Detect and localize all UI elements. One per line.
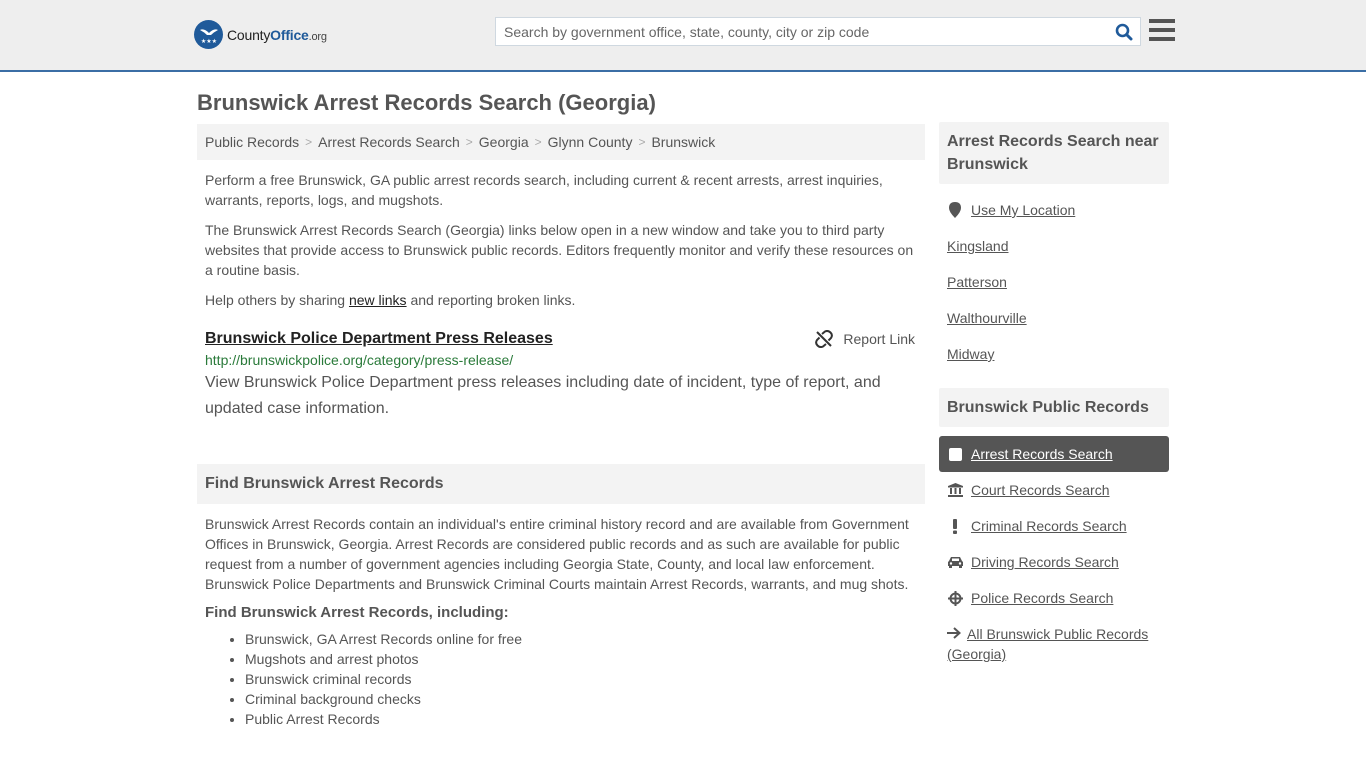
public-records-heading: Brunswick Public Records	[939, 388, 1169, 427]
sidebar-item-criminal-records[interactable]: Criminal Records Search	[939, 508, 1169, 544]
search-input[interactable]	[496, 18, 1108, 45]
sidebar-item-driving-records[interactable]: Driving Records Search	[939, 544, 1169, 580]
breadcrumb-separator: >	[638, 135, 646, 149]
new-links-link[interactable]: new links	[349, 292, 407, 308]
report-link-button[interactable]: Report Link	[815, 330, 915, 348]
breadcrumb-arrest-records[interactable]: Arrest Records Search	[318, 134, 460, 150]
nearby-heading: Arrest Records Search near Brunswick	[939, 122, 1169, 184]
car-icon	[947, 556, 963, 568]
crosshair-icon	[947, 590, 963, 606]
list-item: Public Arrest Records	[245, 709, 925, 729]
intro-paragraph: Perform a free Brunswick, GA public arre…	[205, 172, 883, 208]
breadcrumb-separator: >	[305, 135, 313, 149]
search-icon	[1115, 23, 1133, 40]
find-section-heading: Find Brunswick Arrest Records	[197, 464, 925, 504]
site-logo[interactable]: ★★★ CountyOffice.org	[194, 20, 327, 49]
breadcrumb-georgia[interactable]: Georgia	[479, 134, 529, 150]
list-item: Mugshots and arrest photos	[245, 649, 925, 669]
main-content: Brunswick Arrest Records Search (Georgia…	[197, 72, 925, 729]
nearby-city-walthourville[interactable]: Walthourville	[939, 300, 1169, 336]
nearby-list: Use My Location Kingsland Patterson Walt…	[939, 192, 1169, 372]
square-icon	[947, 447, 963, 461]
breadcrumb-brunswick[interactable]: Brunswick	[651, 134, 715, 150]
listing-description: View Brunswick Police Department press r…	[205, 374, 881, 417]
listing-title-link[interactable]: Brunswick Police Department Press Releas…	[205, 330, 553, 347]
courthouse-icon	[947, 483, 963, 497]
find-section-body: Brunswick Arrest Records contain an indi…	[205, 516, 909, 592]
search-bar	[495, 17, 1141, 46]
breadcrumb-separator: >	[534, 135, 542, 149]
disclaimer-paragraph: The Brunswick Arrest Records Search (Geo…	[205, 222, 914, 278]
map-marker-icon	[947, 202, 963, 218]
hamburger-menu-icon[interactable]	[1149, 19, 1175, 43]
site-header: ★★★ CountyOffice.org	[0, 0, 1366, 72]
breadcrumb-separator: >	[465, 135, 473, 149]
nearby-city-midway[interactable]: Midway	[939, 336, 1169, 372]
page-title: Brunswick Arrest Records Search (Georgia…	[197, 90, 656, 115]
list-item: Criminal background checks	[245, 689, 925, 709]
arrow-right-icon	[947, 624, 963, 644]
breadcrumb-glynn-county[interactable]: Glynn County	[548, 134, 633, 150]
sidebar-item-police-records[interactable]: Police Records Search	[939, 580, 1169, 616]
search-button[interactable]	[1108, 18, 1140, 45]
resource-listing: Brunswick Police Department Press Releas…	[197, 330, 925, 422]
exclamation-icon	[947, 518, 963, 534]
listing-url: http://brunswickpolice.org/category/pres…	[205, 352, 514, 368]
list-item: Brunswick, GA Arrest Records online for …	[245, 629, 925, 649]
eagle-logo-icon: ★★★	[194, 20, 223, 49]
public-records-list: Arrest Records Search Court Records Sear…	[939, 436, 1169, 664]
list-item: Brunswick criminal records	[245, 669, 925, 689]
breadcrumb: Public Records > Arrest Records Search > G…	[197, 124, 925, 160]
find-section-subheading: Find Brunswick Arrest Records, including…	[205, 604, 509, 621]
sidebar-item-court-records[interactable]: Court Records Search	[939, 472, 1169, 508]
nearby-city-kingsland[interactable]: Kingsland	[939, 228, 1169, 264]
broken-link-icon	[815, 330, 834, 348]
share-paragraph: Help others by sharing new links and rep…	[205, 292, 576, 308]
use-my-location[interactable]: Use My Location	[939, 192, 1169, 228]
svg-text:★★★: ★★★	[200, 38, 216, 45]
logo-text: CountyOffice.org	[227, 26, 327, 43]
breadcrumb-public-records[interactable]: Public Records	[205, 134, 299, 150]
nearby-city-patterson[interactable]: Patterson	[939, 264, 1169, 300]
sidebar: Arrest Records Search near Brunswick Use…	[939, 122, 1169, 664]
find-section-list: Brunswick, GA Arrest Records online for …	[197, 629, 925, 729]
sidebar-item-arrest-records[interactable]: Arrest Records Search	[939, 436, 1169, 472]
sidebar-item-all-public-records[interactable]: All Brunswick Public Records (Georgia)	[939, 616, 1169, 664]
